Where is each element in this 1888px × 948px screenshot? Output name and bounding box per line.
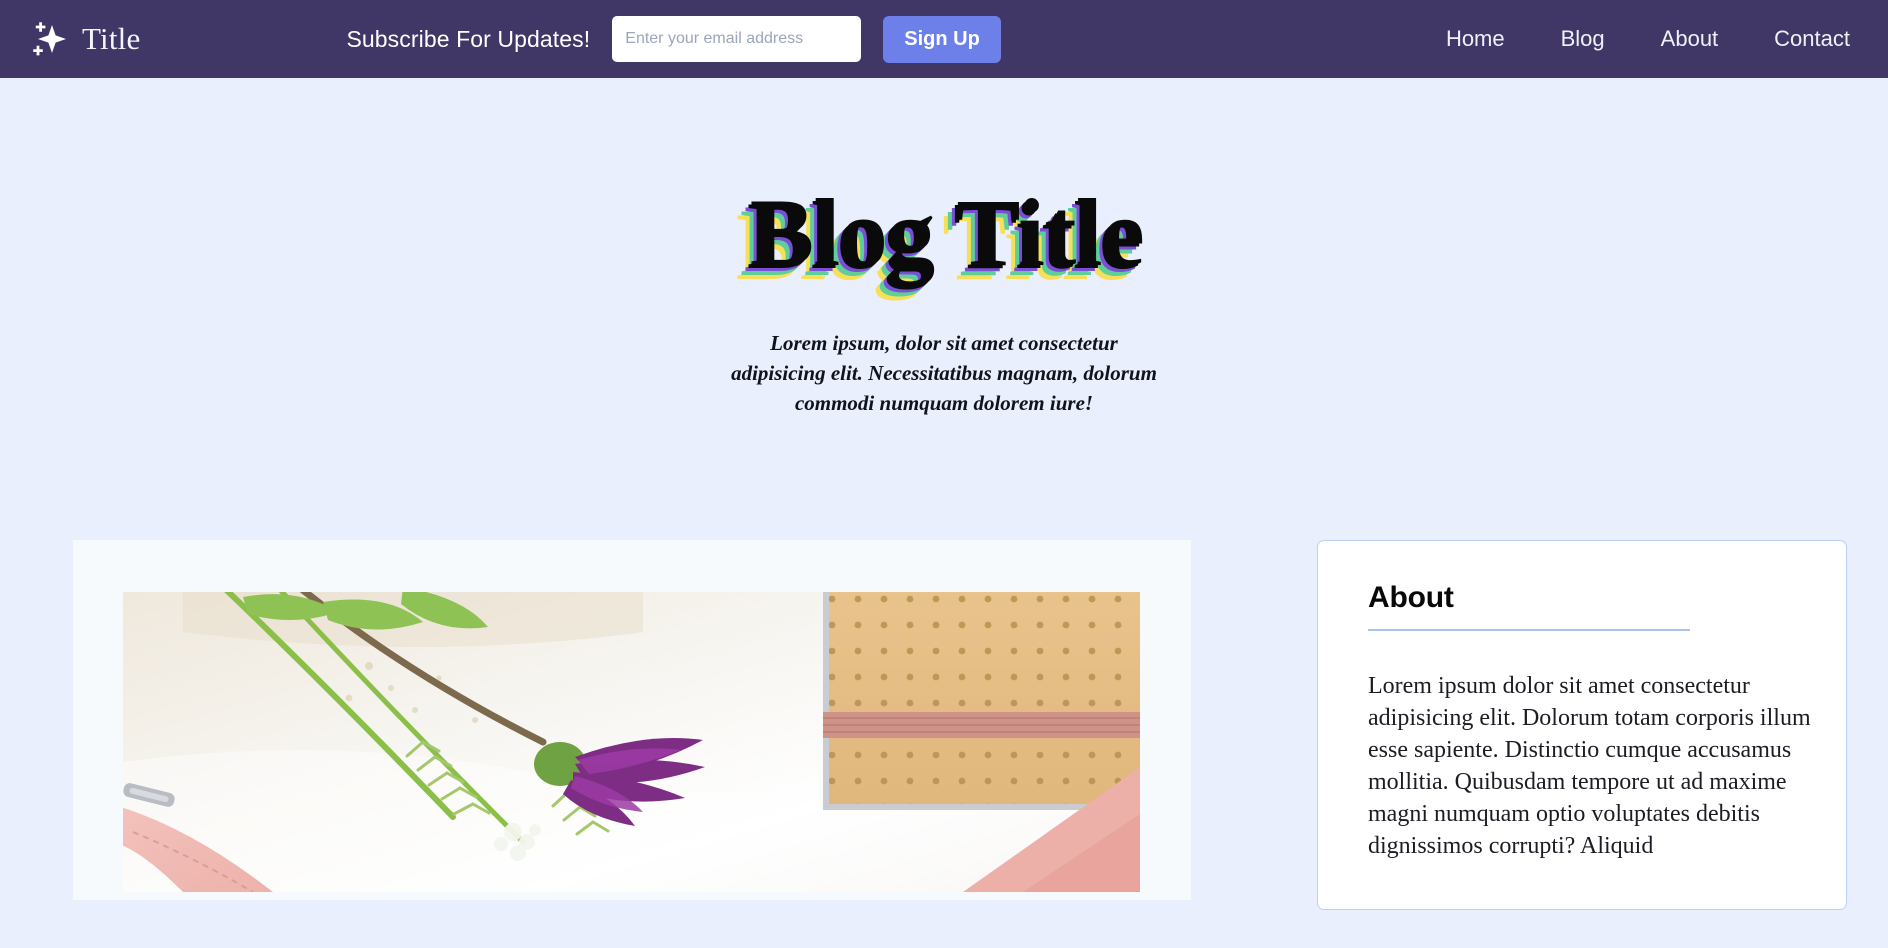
main-navigation: Home Blog About Contact	[1446, 26, 1850, 52]
hero-title: Blog Title	[746, 182, 1142, 289]
subscribe-label: Subscribe For Updates!	[346, 25, 591, 52]
about-card: About Lorem ipsum dolor sit amet consect…	[1317, 540, 1847, 911]
brand-title: Title	[82, 21, 141, 56]
about-body-text: Lorem ipsum dolor sit amet consectetur a…	[1368, 673, 1811, 859]
post-featured-image	[123, 592, 1140, 893]
email-input[interactable]	[612, 16, 862, 62]
signup-button[interactable]: Sign Up	[883, 15, 1001, 63]
about-heading-rule	[1368, 629, 1690, 632]
nav-link-about[interactable]: About	[1661, 26, 1719, 52]
hero-subtitle: Lorem ipsum, dolor sit amet consectetur …	[731, 331, 1157, 415]
content-area: About Lorem ipsum dolor sit amet consect…	[0, 418, 1888, 911]
site-header: Title Subscribe For Updates! Sign Up Hom…	[0, 0, 1888, 78]
nav-link-home[interactable]: Home	[1446, 26, 1505, 52]
subscribe-block: Subscribe For Updates! Sign Up	[346, 15, 1001, 63]
nav-link-contact[interactable]: Contact	[1774, 26, 1850, 52]
hero-section: Blog Title Lorem ipsum, dolor sit amet c…	[0, 78, 1888, 418]
brand-logo[interactable]: Title	[26, 19, 140, 59]
nav-link-blog[interactable]: Blog	[1561, 26, 1605, 52]
about-heading: About	[1368, 581, 1454, 615]
post-card[interactable]	[73, 540, 1191, 901]
sparkle-icon	[26, 19, 66, 59]
